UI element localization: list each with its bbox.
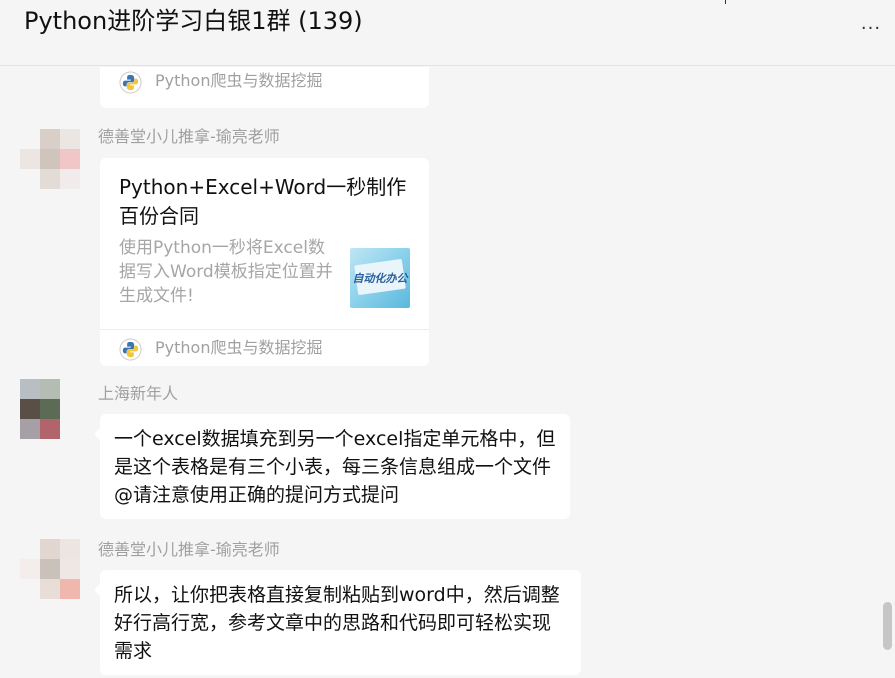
more-options-button[interactable]: ···: [857, 18, 885, 40]
shared-article-card-partial[interactable]: Python爬虫与数据挖掘: [100, 67, 429, 108]
window-edge: [725, 0, 735, 4]
card-thumbnail-text: 自动化办公: [352, 272, 408, 285]
sender-name: 上海新年人: [98, 384, 179, 403]
avatar[interactable]: [20, 379, 80, 439]
card-source-footer: Python爬虫与数据挖掘: [100, 67, 429, 98]
python-logo-icon: [119, 338, 142, 361]
card-title: Python+Excel+Word一秒制作百份合同: [119, 175, 407, 228]
message-bubble[interactable]: 一个excel数据填充到另一个excel指定单元格中，但是这个表格是有三个小表，…: [94, 414, 570, 519]
message-list[interactable]: Python爬虫与数据挖掘 德善堂小儿推拿-瑜亮老师 Python+Excel+…: [0, 67, 895, 678]
sender-name: 德善堂小儿推拿-瑜亮老师: [98, 127, 280, 146]
sender-name: 德善堂小儿推拿-瑜亮老师: [98, 540, 280, 559]
chat-title: Python进阶学习白银1群 (139): [24, 7, 363, 35]
message-bubble[interactable]: 所以，让你把表格直接复制粘贴到word中，然后调整好行高行宽，参考文章中的思路和…: [94, 570, 581, 675]
card-thumbnail: 自动化办公: [350, 248, 410, 308]
card-source-name: Python爬虫与数据挖掘: [155, 338, 323, 357]
chat-header: Python进阶学习白银1群 (139) ···: [0, 0, 895, 66]
avatar[interactable]: [20, 539, 80, 599]
card-source-name: Python爬虫与数据挖掘: [155, 71, 323, 90]
card-description: 使用Python一秒将Excel数据写入Word模板指定位置并生成文件!: [119, 238, 333, 306]
card-source-footer: Python爬虫与数据挖掘: [100, 329, 429, 365]
avatar[interactable]: [20, 129, 80, 189]
shared-article-card[interactable]: Python+Excel+Word一秒制作百份合同 使用Python一秒将Exc…: [100, 158, 429, 366]
vertical-scrollbar[interactable]: [883, 602, 892, 650]
python-logo-icon: [119, 71, 142, 94]
